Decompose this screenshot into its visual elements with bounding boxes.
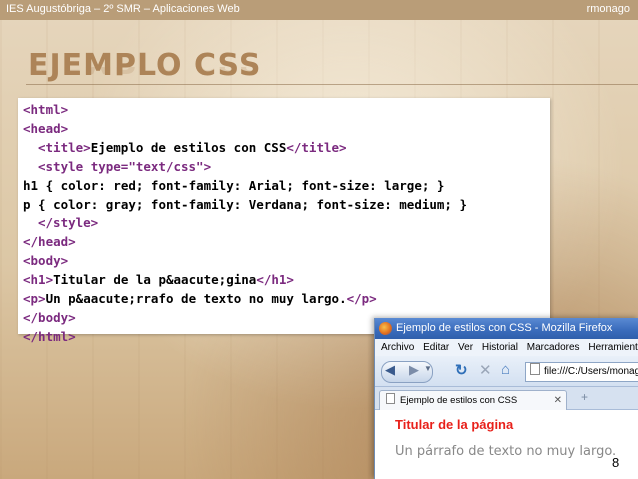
rendered-paragraph: Un párrafo de texto no muy largo. [395,444,617,459]
header-author-text: rmonago [586,3,630,15]
chevron-down-icon[interactable]: ▼ [424,364,432,373]
code-line-head-close: </head> [23,234,76,250]
code-h1-close-tag: </h1> [256,272,294,288]
code-p-open-tag: <p> [23,291,46,307]
code-title-text: Ejemplo de estilos con CSS [90,139,287,155]
slide-header-bar: IES Augustóbriga – 2º SMR – Aplicaciones… [0,0,638,20]
firefox-logo-icon [379,322,392,335]
title-divider [26,84,638,85]
code-line-style-close: </style> [38,215,99,231]
arrow-right-icon[interactable]: ▶ [409,362,419,378]
slide-title-reflection: EJEMPLO CSS [28,67,261,79]
page-icon [386,393,395,404]
page-icon [530,363,540,375]
code-style-type-attr: type="text/css" [90,158,204,174]
code-p-close-tag: </p> [346,291,377,307]
slide-number: 8 [612,455,620,470]
menu-editar[interactable]: Editar [423,342,449,353]
tab-strip: Ejemplo de estilos con CSS ✕ + [375,387,638,410]
code-title-open-tag: <title> [38,139,91,155]
menu-historial[interactable]: Historial [482,342,518,353]
code-line-head-open: <head> [23,120,69,136]
code-line-p-rule: p { color: gray; font-family: Verdana; f… [23,196,468,212]
reload-icon[interactable]: ↻ [455,361,468,379]
menu-bar: Archivo Editar Ver Historial Marcadores … [375,339,638,356]
code-line-html-close: </html> [23,328,76,344]
code-h1-text: Titular de la p&aacute;gina [53,272,257,288]
code-style-open-bracket: > [203,158,212,174]
close-icon[interactable]: ✕ [554,391,562,410]
stop-icon[interactable]: ✕ [479,361,492,379]
code-title-close-tag: </title> [286,139,347,155]
rendered-heading: Titular de la página [395,417,514,432]
header-course-text: IES Augustóbriga – 2º SMR – Aplicaciones… [6,3,240,15]
code-h1-open-tag: <h1> [23,272,54,288]
window-title-text: Ejemplo de estilos con CSS - Mozilla Fir… [396,322,613,334]
navigation-toolbar: ◀ ▶ ▼ ↻ ✕ ⌂ file:///C:/Users/monago [375,356,638,387]
code-p-text: Un p&aacute;rrafo de texto no muy largo. [45,291,347,307]
menu-marcadores[interactable]: Marcadores [527,342,580,353]
code-listing: <html> <head> <title>Ejemplo de estilos … [18,98,550,347]
address-bar-url: file:///C:/Users/monago [544,366,638,377]
code-line-h1-rule: h1 { color: red; font-family: Arial; fon… [23,177,445,193]
code-line-body-close: </body> [23,309,76,325]
arrow-left-icon[interactable]: ◀ [385,362,395,378]
code-sample-box: <html> <head> <title>Ejemplo de estilos … [18,98,550,344]
menu-ver[interactable]: Ver [458,342,473,353]
window-title-bar[interactable]: Ejemplo de estilos con CSS - Mozilla Fir… [375,318,638,339]
page-content: Titular de la página Un párrafo de texto… [375,410,638,470]
tab-label: Ejemplo de estilos con CSS [400,395,518,406]
home-icon[interactable]: ⌂ [501,361,510,378]
code-style-open-tag: <style [38,158,91,174]
tab-ejemplo-css[interactable]: Ejemplo de estilos con CSS ✕ [379,390,567,410]
menu-herramientas[interactable]: Herramientas [588,342,638,353]
code-line-body-open: <body> [23,253,69,269]
menu-archivo[interactable]: Archivo [381,342,414,353]
firefox-window: Ejemplo de estilos con CSS - Mozilla Fir… [374,318,638,479]
code-line-html-open: <html> [23,102,69,117]
new-tab-icon[interactable]: + [581,390,588,404]
address-bar[interactable]: file:///C:/Users/monago [525,362,638,382]
